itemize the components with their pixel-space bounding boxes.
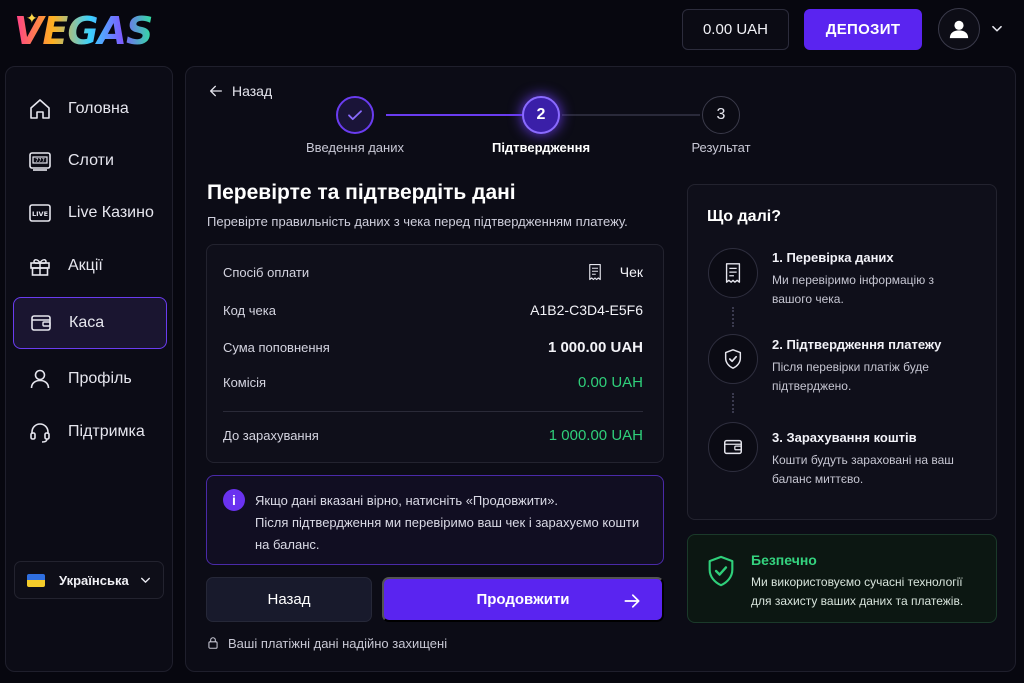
page-subtitle: Перевірте правильність даних з чека пере…: [207, 214, 628, 229]
continue-button-label: Продовжити: [476, 591, 570, 608]
gift-icon: [27, 253, 53, 279]
arrow-left-icon: [210, 85, 222, 97]
fee-label: Комісія: [223, 375, 267, 390]
lock-icon: [208, 637, 218, 649]
sidebar-item-live-casino[interactable]: LIVE Live Казино: [13, 187, 167, 239]
code-label: Код чека: [223, 302, 276, 318]
step-2-label: Підтвердження: [491, 140, 591, 155]
sidebar-item-label: Профіль: [68, 370, 132, 387]
next-step-3-desc: Кошти будуть зараховані на ваш баланс ми…: [772, 453, 954, 486]
security-desc: Ми використовуємо сучасні технології для…: [751, 575, 964, 608]
next-step-3-title: 3. Зарахування коштів: [772, 430, 917, 445]
credit-label: До зарахування: [223, 428, 319, 443]
receipt-icon: [588, 263, 601, 281]
language-label: Українська: [59, 572, 129, 588]
sidebar-item-label: Каса: [69, 314, 105, 331]
svg-text:LIVE: LIVE: [32, 210, 48, 218]
slot-machine-icon: 777: [27, 148, 53, 174]
cashier-panel: Назад 2 3 Введення даних Підтвердження Р…: [185, 66, 1016, 672]
method-label: Спосіб оплати: [223, 264, 310, 280]
sidebar-item-label: Акції: [68, 257, 103, 274]
method-value: Чек: [619, 264, 643, 280]
summary-divider: [223, 411, 643, 412]
next-step-2-desc: Після перевірки платіж буде підтверджено…: [772, 360, 929, 393]
timeline-connector: [732, 307, 734, 327]
info-line-2: Після підтвердження ми перевіримо ваш че…: [255, 515, 640, 552]
arrow-right-icon: [624, 594, 640, 608]
back-link-label: Назад: [232, 83, 273, 99]
chevron-down-icon[interactable]: [990, 22, 1004, 36]
wallet-icon: [28, 310, 54, 336]
avatar[interactable]: [938, 8, 980, 50]
language-selector[interactable]: Українська: [14, 561, 164, 599]
stepper-line-done: [386, 114, 522, 116]
summary-row-fee: Комісія 0.00 UAH: [223, 374, 643, 391]
security-title: Безпечно: [751, 552, 817, 568]
live-icon: LIVE: [27, 200, 53, 226]
secure-note-text: Ваші платіжні дані надійно захищені: [228, 635, 448, 651]
sidebar-item-promotions[interactable]: Акції: [13, 240, 167, 292]
amount-label: Сума поповнення: [223, 340, 330, 355]
user-icon: [27, 366, 53, 392]
user-avatar-icon: [949, 20, 969, 39]
next-step-1-desc: Ми перевіримо інформацію з вашого чека.: [772, 273, 935, 306]
sidebar-item-home[interactable]: Головна: [13, 83, 167, 135]
sidebar-item-label: Live Казино: [68, 204, 154, 221]
back-link[interactable]: Назад: [208, 83, 272, 99]
home-icon: [27, 96, 53, 122]
sidebar-item-label: Головна: [68, 100, 129, 117]
code-value: A1B2-C3D4-E5F6: [530, 302, 643, 318]
amount-value: 1 000.00 UAH: [547, 339, 643, 356]
step-1-label: Введення даних: [306, 140, 404, 155]
whats-next-title: Що далі?: [707, 208, 781, 225]
deposit-button[interactable]: ДЕПОЗИТ: [804, 9, 922, 50]
ukraine-flag-icon: [27, 573, 45, 587]
stepper-line-pending: [562, 114, 700, 116]
sidebar-item-label: Підтримка: [68, 423, 145, 440]
summary-row-credit: До зарахування 1 000.00 UAH: [223, 427, 643, 444]
whats-next-card: Що далі? 1. Перевірка даних Ми перевірим…: [687, 184, 997, 520]
summary-row-method: Спосіб оплати Чек: [223, 262, 643, 282]
step-3-label: Результат: [691, 140, 751, 155]
step-3-circle: 3: [702, 96, 740, 134]
shield-check-icon: [708, 334, 758, 384]
credit-value: 1 000.00 UAH: [548, 427, 643, 444]
sidebar: Головна 777 Слоти LIVE Live Казино Акції…: [5, 66, 173, 672]
sidebar-item-profile[interactable]: Профіль: [13, 353, 167, 405]
star-icon: ✦: [26, 10, 38, 26]
continue-button[interactable]: Продовжити: [382, 577, 664, 622]
shield-check-icon: [708, 555, 734, 587]
secure-note: Ваші платіжні дані надійно захищені: [206, 635, 447, 651]
back-button[interactable]: Назад: [206, 577, 372, 622]
vegas-logo[interactable]: ✦ VEGAS: [14, 8, 153, 54]
chevron-down-icon: [141, 577, 150, 583]
info-icon: i: [223, 489, 245, 511]
sidebar-item-slots[interactable]: 777 Слоти: [13, 135, 167, 187]
summary-row-code: Код чека A1B2-C3D4-E5F6: [223, 302, 643, 318]
summary-row-amount: Сума поповнення 1 000.00 UAH: [223, 339, 643, 356]
check-icon: [348, 110, 362, 121]
sidebar-item-support[interactable]: Підтримка: [13, 406, 167, 458]
page-title: Перевірте та підтвердіть дані: [207, 181, 516, 204]
payment-summary-card: Спосіб оплати Чек Код чека A1B2-C3D4-E5F…: [206, 244, 664, 463]
sidebar-item-cashier[interactable]: Каса: [13, 297, 167, 349]
balance-display[interactable]: 0.00 UAH: [682, 9, 789, 50]
svg-text:777: 777: [35, 158, 45, 164]
step-1-circle: [336, 96, 374, 134]
fee-value: 0.00 UAH: [577, 374, 643, 391]
next-step-1-title: 1. Перевірка даних: [772, 250, 894, 265]
headset-icon: [27, 419, 53, 445]
document-icon: [708, 248, 758, 298]
timeline-connector: [732, 393, 734, 413]
info-notice: i Якщо дані вказані вірно, натисніть «Пр…: [206, 475, 664, 565]
next-step-2-title: 2. Підтвердження платежу: [772, 337, 942, 352]
sidebar-item-label: Слоти: [68, 152, 114, 169]
info-line-1: Якщо дані вказані вірно, натисніть «Прод…: [255, 493, 559, 508]
step-2-circle: 2: [522, 96, 560, 134]
security-card: Безпечно Ми використовуємо сучасні техно…: [687, 534, 997, 623]
wallet-icon: [708, 422, 758, 472]
